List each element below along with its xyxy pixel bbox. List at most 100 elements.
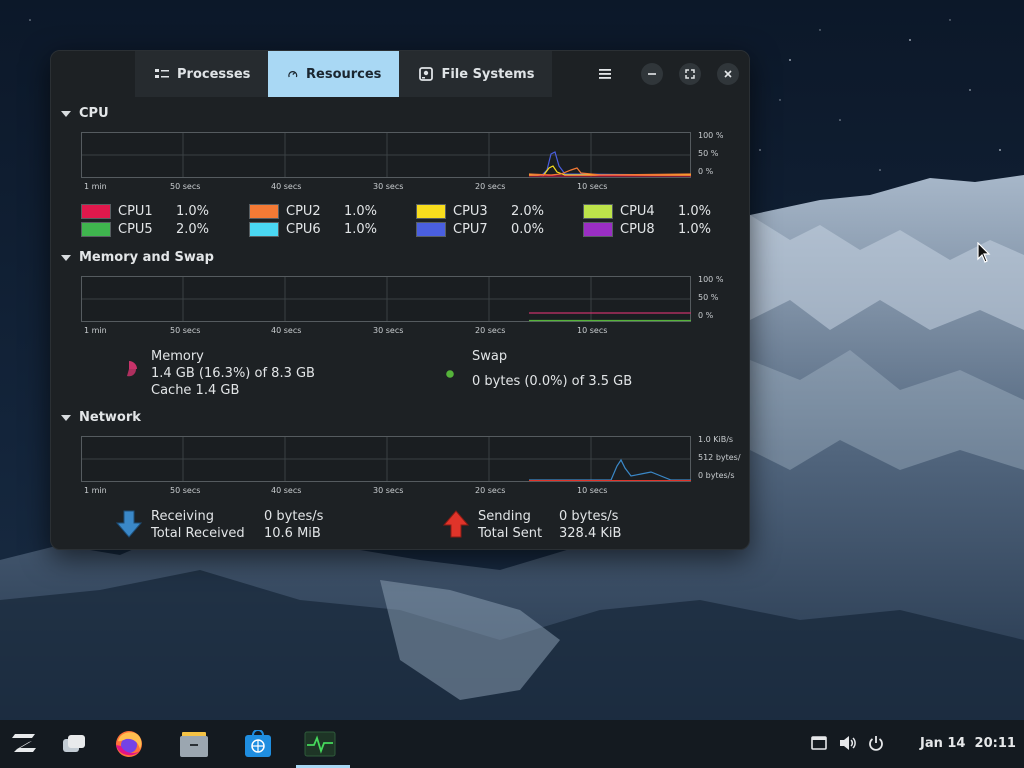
y-axis-label: 1.0 KiB/s [698, 435, 734, 444]
minimize-icon [648, 73, 656, 75]
swap-stats: Swap 0 bytes (0.0%) of 3.5 GB [472, 348, 632, 390]
tab-file-systems[interactable]: File Systems [399, 51, 553, 97]
power-button[interactable] [867, 734, 885, 752]
sending-stats: Sending 0 bytes/s Total Sent 328.4 KiB [478, 508, 621, 542]
screen-button[interactable] [810, 734, 828, 752]
cpu-usage: 0.0% [511, 222, 545, 237]
tab-resources[interactable]: Resources [268, 51, 400, 97]
minimize-button[interactable] [641, 63, 663, 85]
workspaces-icon [63, 735, 85, 752]
color-swatch[interactable] [416, 222, 446, 237]
section-title: Network [79, 410, 141, 425]
time-tick: 40 secs [271, 326, 302, 335]
cpu-name: CPU3 [453, 204, 488, 219]
network-history-graph: 1.0 KiB/s 512 bytes/ 0 bytes/s 1 min 50 … [81, 435, 743, 496]
time-tick: 10 secs [577, 326, 608, 335]
tab-processes[interactable]: Processes [135, 51, 269, 97]
total-sent-value: 328.4 KiB [559, 526, 622, 541]
volume-icon [840, 736, 856, 750]
cpu-name: CPU5 [118, 222, 153, 237]
section-title: Memory and Swap [79, 250, 214, 265]
y-axis-label: 0 bytes/s [698, 471, 735, 480]
cpu-legend-item[interactable]: CPU5 2.0% [81, 222, 226, 237]
power-icon [869, 736, 883, 751]
cpu-name: CPU4 [620, 204, 655, 219]
system-monitor-button[interactable] [304, 728, 336, 760]
clock[interactable]: Jan 14 20:11 [920, 736, 1016, 751]
collapse-arrow-icon [61, 414, 71, 421]
upload-arrow-icon[interactable] [443, 510, 469, 538]
firefox-button[interactable] [113, 728, 145, 760]
time-tick: 40 secs [271, 486, 302, 495]
cpu-name: CPU6 [286, 222, 321, 237]
color-swatch[interactable] [583, 204, 613, 219]
y-axis-label: 50 % [698, 149, 719, 158]
disk-icon [419, 67, 434, 81]
zorin-menu-button[interactable] [9, 728, 41, 760]
time-tick: 30 secs [373, 182, 404, 191]
color-swatch[interactable] [81, 222, 111, 237]
titlebar[interactable]: Processes Resources File Systems [51, 51, 749, 97]
cpu-usage: 1.0% [678, 222, 712, 237]
list-icon [155, 69, 169, 78]
hamburger-icon [599, 69, 611, 79]
cpu-legend-item[interactable]: CPU1 1.0% [81, 204, 226, 219]
color-swatch[interactable] [81, 204, 111, 219]
cpu-name: CPU7 [453, 222, 488, 237]
network-section-header[interactable]: Network [61, 410, 141, 425]
software-store-icon [245, 730, 271, 757]
cpu-legend-item[interactable]: CPU3 2.0% [416, 204, 561, 219]
cpu-usage: 2.0% [511, 204, 545, 219]
total-received-value: 10.6 MiB [264, 526, 321, 541]
memory-label: Memory [151, 349, 204, 364]
taskbar: Jan 14 20:11 [0, 720, 1024, 768]
software-store-button[interactable] [242, 728, 274, 760]
cpu-legend-item[interactable]: CPU2 1.0% [249, 204, 394, 219]
files-button[interactable] [178, 728, 210, 760]
maximize-button[interactable] [679, 63, 701, 85]
files-icon [180, 732, 208, 757]
cpu-section-header[interactable]: CPU [61, 106, 109, 121]
time-tick: 30 secs [373, 486, 404, 495]
cpu-usage: 1.0% [678, 204, 712, 219]
cpu-name: CPU2 [286, 204, 321, 219]
y-axis-label: 512 bytes/ [698, 453, 741, 462]
cpu-legend-item[interactable]: CPU7 0.0% [416, 222, 561, 237]
total-sent-label: Total Sent [478, 526, 543, 541]
collapse-arrow-icon [61, 254, 71, 261]
cpu-name: CPU8 [620, 222, 655, 237]
cpu-legend-item[interactable]: CPU4 1.0% [583, 204, 728, 219]
system-monitor-window: Processes Resources File Systems CPU 100… [50, 50, 750, 550]
cpu-legend-item[interactable]: CPU8 1.0% [583, 222, 728, 237]
workspaces-button[interactable] [58, 728, 90, 760]
collapse-arrow-icon [61, 110, 71, 117]
memory-pie-icon[interactable] [123, 359, 141, 379]
color-swatch[interactable] [583, 222, 613, 237]
y-axis-label: 0 % [698, 311, 714, 320]
memory-stats: Memory 1.4 GB (16.3%) of 8.3 GB Cache 1.… [151, 348, 315, 399]
close-button[interactable] [717, 63, 739, 85]
menu-button[interactable] [594, 63, 616, 85]
color-swatch[interactable] [416, 204, 446, 219]
download-arrow-icon[interactable] [116, 510, 142, 538]
memory-section-header[interactable]: Memory and Swap [61, 250, 214, 265]
system-monitor-icon [304, 731, 336, 757]
swap-label: Swap [472, 349, 508, 364]
receiving-stats: Receiving 0 bytes/s Total Received 10.6 Mi… [151, 508, 323, 542]
tab-label: Resources [306, 66, 382, 82]
swap-pie-icon[interactable] [445, 369, 455, 379]
gauge-icon [288, 71, 298, 78]
view-tabs: Processes Resources File Systems [135, 51, 553, 97]
sending-rate: 0 bytes/s [559, 509, 619, 524]
tab-label: File Systems [441, 66, 535, 82]
cpu-legend-item[interactable]: CPU6 1.0% [249, 222, 394, 237]
zorin-menu-icon [12, 734, 36, 752]
volume-button[interactable] [839, 734, 857, 752]
firefox-icon [116, 731, 142, 757]
time-tick: 1 min [84, 326, 107, 335]
time-tick: 10 secs [577, 182, 608, 191]
receiving-label: Receiving [151, 509, 215, 524]
color-swatch[interactable] [249, 222, 279, 237]
time-tick: 50 secs [170, 182, 201, 191]
color-swatch[interactable] [249, 204, 279, 219]
